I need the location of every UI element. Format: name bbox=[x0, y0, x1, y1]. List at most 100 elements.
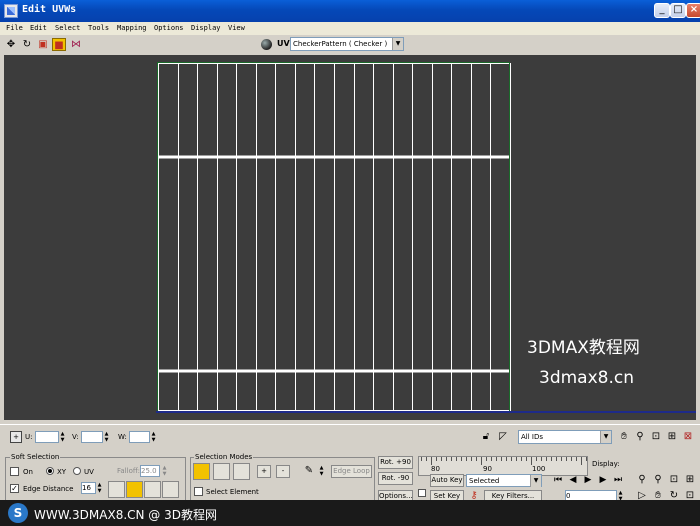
key-mode-icon[interactable] bbox=[418, 489, 426, 497]
falloff-linear-icon[interactable] bbox=[126, 481, 143, 498]
ruler-tick bbox=[531, 457, 532, 465]
pan-icon[interactable]: ✋︎ bbox=[618, 431, 630, 443]
minimize-button[interactable]: _ bbox=[654, 3, 670, 18]
close-button[interactable]: × bbox=[686, 3, 700, 18]
ids-dropdown[interactable]: All IDs ▼ bbox=[518, 430, 612, 444]
uv-radio[interactable] bbox=[73, 467, 81, 475]
w-label: W: bbox=[118, 433, 127, 441]
previous-frame-icon[interactable]: ◀ bbox=[567, 474, 579, 486]
zoom-extents-all-icon[interactable]: ⊡ bbox=[668, 474, 680, 486]
tick-label-80: 80 bbox=[431, 465, 440, 473]
paint-brush-icon[interactable]: ✎ bbox=[303, 465, 315, 477]
ruler-tick bbox=[541, 457, 542, 461]
ruler-tick bbox=[546, 457, 547, 461]
menu-tools[interactable]: Tools bbox=[88, 24, 109, 32]
zoom-region-icon[interactable]: ⊡ bbox=[650, 431, 662, 443]
shrink-selection-button[interactable]: - bbox=[276, 465, 290, 478]
rot-minus-90-button[interactable]: Rot. -90 bbox=[378, 472, 413, 485]
falloff-spinner[interactable]: ▲ ▼ bbox=[161, 465, 168, 477]
texture-sphere-icon[interactable] bbox=[261, 39, 272, 50]
vertex-mode-icon[interactable] bbox=[193, 463, 210, 480]
ruler-tick bbox=[446, 457, 447, 461]
edge-distance-checkbox[interactable]: ✓ bbox=[10, 484, 19, 493]
u-label: U: bbox=[25, 433, 33, 441]
play-icon[interactable]: ▶ bbox=[582, 474, 594, 486]
paint-select-icon[interactable]: ◸ bbox=[497, 431, 509, 443]
edge-mode-icon[interactable] bbox=[213, 463, 230, 480]
texture-dropdown[interactable]: CheckerPattern ( Checker ) ▼ bbox=[290, 37, 404, 51]
xy-radio[interactable] bbox=[46, 467, 54, 475]
menu-options[interactable]: Options bbox=[154, 24, 184, 32]
zoom-viewport-icon[interactable]: ⚲ bbox=[636, 474, 648, 486]
falloff-fast-icon[interactable] bbox=[162, 481, 179, 498]
falloff-smooth-icon[interactable] bbox=[108, 481, 125, 498]
menu-file[interactable]: File bbox=[6, 24, 23, 32]
zoom-icon[interactable]: ⚲ bbox=[634, 431, 646, 443]
menu-select[interactable]: Select bbox=[55, 24, 80, 32]
u-spinner[interactable]: ▲ ▼ bbox=[59, 431, 66, 443]
move-tool-icon[interactable]: ✥ bbox=[4, 38, 18, 51]
rotate-tool-icon[interactable]: ↻ bbox=[20, 38, 34, 51]
zoom-extents-icon[interactable]: ⊞ bbox=[666, 431, 678, 443]
uv-bottom-edge bbox=[156, 411, 696, 413]
falloff-slow-icon[interactable] bbox=[144, 481, 161, 498]
go-to-end-icon[interactable]: ⏭ bbox=[612, 474, 624, 486]
mirror-tool-icon[interactable]: ⋈ bbox=[69, 38, 83, 51]
ruler-tick bbox=[561, 457, 562, 461]
ruler-tick bbox=[456, 457, 457, 461]
freeform-tool-icon[interactable]: ■ bbox=[52, 38, 66, 51]
edge-loop-button[interactable]: Edge Loop bbox=[331, 465, 372, 478]
face-mode-icon[interactable] bbox=[233, 463, 250, 480]
tick-label-90: 90 bbox=[483, 465, 492, 473]
auto-key-button[interactable]: Auto Key bbox=[430, 474, 464, 487]
menu-display[interactable]: Display bbox=[191, 24, 221, 32]
selected-dropdown-value: Selected bbox=[469, 477, 500, 485]
zoom-all-icon[interactable]: ⚲ bbox=[652, 474, 664, 486]
go-to-start-icon[interactable]: ⏮ bbox=[552, 474, 564, 486]
timeline-ruler[interactable]: 80 90 100 bbox=[418, 456, 588, 476]
soft-selection-on-label: On bbox=[23, 468, 33, 476]
soft-selection-on-checkbox[interactable] bbox=[10, 467, 19, 476]
app-icon bbox=[4, 4, 18, 18]
v-field[interactable] bbox=[81, 431, 103, 443]
scale-tool-icon[interactable]: ▣ bbox=[36, 38, 50, 51]
edge-distance-label: Edge Distance bbox=[23, 485, 74, 493]
menu-mapping[interactable]: Mapping bbox=[117, 24, 147, 32]
uv-viewport[interactable]: 3DMAX教程网 3dmax8.cn bbox=[4, 55, 696, 420]
window-title: Edit UVWs bbox=[22, 4, 77, 15]
ruler-tick bbox=[566, 457, 567, 461]
absolute-offset-icon[interactable]: + bbox=[10, 431, 22, 443]
grow-selection-button[interactable]: + bbox=[257, 465, 271, 478]
w-spinner[interactable]: ▲ ▼ bbox=[150, 431, 157, 443]
ruler-tick bbox=[501, 457, 502, 461]
ruler-tick bbox=[536, 457, 537, 461]
site-logo-icon: S bbox=[8, 503, 28, 523]
chevron-down-icon: ▼ bbox=[392, 38, 403, 50]
menu-edit[interactable]: Edit bbox=[30, 24, 47, 32]
selection-modes-title: Selection Modes bbox=[194, 453, 254, 461]
ruler-tick bbox=[481, 457, 482, 465]
v-spinner[interactable]: ▲ ▼ bbox=[103, 431, 110, 443]
u-field[interactable] bbox=[35, 431, 59, 443]
lock-icon[interactable]: 🔓︎ bbox=[480, 431, 492, 443]
chevron-down-icon: ▼ bbox=[530, 475, 541, 487]
edge-distance-spinner[interactable]: ▲ ▼ bbox=[96, 482, 103, 494]
next-frame-icon[interactable]: ▶ bbox=[597, 474, 609, 486]
ruler-tick bbox=[551, 457, 552, 461]
snap-icon[interactable]: ⊠ bbox=[682, 431, 694, 443]
select-element-checkbox[interactable] bbox=[194, 487, 203, 496]
soft-selection-title: Soft Selection bbox=[10, 453, 61, 461]
brush-size-spinner[interactable]: ▲ ▼ bbox=[318, 465, 325, 477]
ruler-tick bbox=[471, 457, 472, 461]
toolbar: ✥ ↻ ▣ ■ ⋈ UV CheckerPattern ( Checker ) … bbox=[0, 35, 700, 54]
watermark-footer: S WWW.3DMAX8.CN @ 3D教程网 bbox=[0, 500, 700, 526]
rot-plus-90-button[interactable]: Rot. +90 bbox=[378, 456, 413, 469]
ruler-tick bbox=[421, 457, 422, 461]
selected-dropdown[interactable]: Selected ▼ bbox=[466, 474, 542, 487]
w-field[interactable] bbox=[129, 431, 150, 443]
maximize-button[interactable]: □ bbox=[670, 3, 686, 18]
menu-view[interactable]: View bbox=[228, 24, 245, 32]
falloff-field[interactable]: 25.0 bbox=[140, 465, 160, 477]
edge-distance-field[interactable]: 16 bbox=[81, 482, 96, 494]
zoom-extents-selected-icon[interactable]: ⊞ bbox=[684, 474, 696, 486]
